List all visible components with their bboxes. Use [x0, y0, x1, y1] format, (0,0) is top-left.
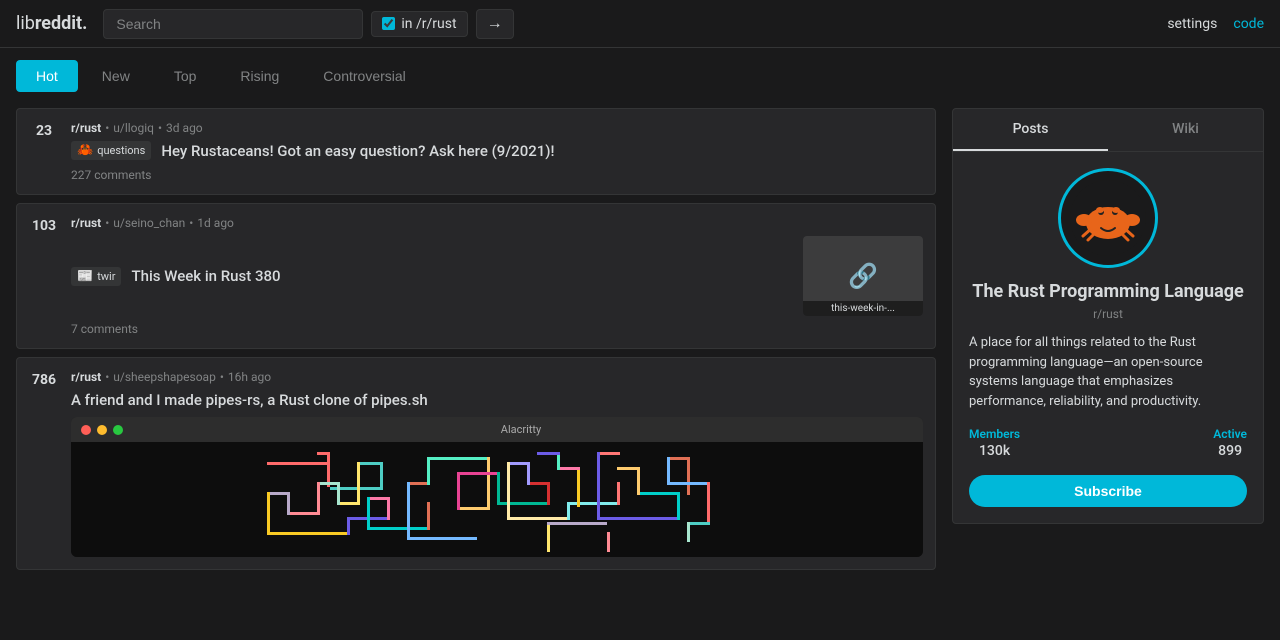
window-title: Alacritty	[501, 423, 541, 436]
rust-crab-icon	[1068, 178, 1148, 258]
window-minimize-dot	[97, 425, 107, 435]
post-title-row: A friend and I made pipes-rs, a Rust clo…	[71, 390, 923, 411]
post-meta-sep: •	[105, 216, 109, 230]
post-content: r/rust • u/sheepshapesoap • 16h ago A fr…	[71, 370, 923, 557]
post-meta-sep2: •	[158, 121, 162, 135]
post-subreddit[interactable]: r/rust	[71, 121, 101, 135]
code-link[interactable]: code	[1233, 16, 1264, 32]
post-subreddit[interactable]: r/rust	[71, 370, 101, 384]
post-card: 103 r/rust • u/seino_chan • 1d ago 📰 twi…	[16, 203, 936, 349]
post-author[interactable]: u/llogiq	[113, 121, 154, 135]
search-input[interactable]	[103, 9, 363, 39]
header-links: settings code	[1167, 16, 1264, 32]
sidebar-body: The Rust Programming Language r/rust A p…	[953, 152, 1263, 523]
subscribe-button[interactable]: Subscribe	[969, 475, 1247, 507]
sidebar: Posts Wiki	[952, 108, 1264, 570]
window-close-dot	[81, 425, 91, 435]
sidebar-card: Posts Wiki	[952, 108, 1264, 524]
flair-icon: 🦀	[77, 143, 93, 158]
post-thumbnail[interactable]: 🔗 this-week-in-...	[803, 236, 923, 316]
logo-lib: lib	[16, 13, 35, 34]
search-scope-toggle[interactable]: in /r/rust	[371, 11, 467, 37]
post-time: 16h ago	[228, 370, 271, 384]
post-meta: r/rust • u/seino_chan • 1d ago	[71, 216, 923, 230]
post-score: 786	[29, 370, 59, 557]
post-title[interactable]: This Week in Rust 380	[131, 266, 280, 287]
post-title-row: 📰 twir This Week in Rust 380 🔗 this-week…	[71, 236, 923, 316]
post-score: 103	[29, 216, 59, 336]
main-layout: 23 r/rust • u/llogiq • 3d ago 🦀 question…	[0, 92, 1280, 586]
post-author[interactable]: u/seino_chan	[113, 216, 185, 230]
post-meta-sep: •	[105, 370, 109, 384]
post-card: 786 r/rust • u/sheepshapesoap • 16h ago …	[16, 357, 936, 570]
subreddit-description: A place for all things related to the Ru…	[969, 333, 1247, 411]
post-subreddit[interactable]: r/rust	[71, 216, 101, 230]
posts-column: 23 r/rust • u/llogiq • 3d ago 🦀 question…	[16, 108, 936, 570]
search-area: in /r/rust →	[103, 9, 513, 39]
post-meta-sep: •	[105, 121, 109, 135]
sidebar-tab-posts[interactable]: Posts	[953, 109, 1108, 151]
active-label: Active	[1213, 427, 1247, 441]
logo-reddit: reddit.	[35, 13, 88, 34]
tab-hot[interactable]: Hot	[16, 60, 78, 92]
subreddit-handle: r/rust	[969, 307, 1247, 321]
post-content: r/rust • u/llogiq • 3d ago 🦀 questions H…	[71, 121, 923, 182]
logo[interactable]: libreddit.	[16, 13, 87, 34]
sort-tabs: Hot New Top Rising Controversial	[0, 48, 1280, 92]
tab-top[interactable]: Top	[154, 60, 217, 92]
post-meta-sep2: •	[220, 370, 224, 384]
post-image-preview: Alacritty	[71, 417, 923, 557]
post-meta-sep2: •	[189, 216, 193, 230]
post-title[interactable]: Hey Rustaceans! Got an easy question? As…	[161, 141, 554, 162]
subreddit-name: The Rust Programming Language	[969, 280, 1247, 303]
tab-rising[interactable]: Rising	[220, 60, 299, 92]
post-flair: 📰 twir	[71, 267, 121, 286]
sub-stats: Members 130k Active 899	[969, 427, 1247, 459]
post-content: r/rust • u/seino_chan • 1d ago 📰 twir Th…	[71, 216, 923, 336]
post-comments[interactable]: 227 comments	[71, 168, 923, 182]
members-stat: Members 130k	[969, 427, 1020, 459]
header: libreddit. in /r/rust → settings code	[0, 0, 1280, 48]
flair-text: questions	[97, 144, 145, 157]
post-time: 3d ago	[166, 121, 203, 135]
post-title[interactable]: A friend and I made pipes-rs, a Rust clo…	[71, 390, 428, 411]
search-in-label: in /r/rust	[401, 16, 456, 32]
post-score: 23	[29, 121, 59, 182]
flair-text: twir	[97, 270, 115, 283]
post-card: 23 r/rust • u/llogiq • 3d ago 🦀 question…	[16, 108, 936, 195]
pipes-visualization	[71, 442, 923, 557]
sidebar-tabs: Posts Wiki	[953, 109, 1263, 152]
thumbnail-url: this-week-in-...	[803, 301, 923, 316]
active-stat: Active 899	[1213, 427, 1247, 459]
post-author[interactable]: u/sheepshapesoap	[113, 370, 216, 384]
sub-avatar-area	[969, 168, 1247, 268]
link-icon: 🔗	[848, 262, 878, 290]
sub-avatar	[1058, 168, 1158, 268]
tab-new[interactable]: New	[82, 60, 150, 92]
search-in-checkbox[interactable]	[382, 17, 395, 30]
post-flair: 🦀 questions	[71, 141, 151, 160]
search-go-button[interactable]: →	[476, 9, 514, 39]
post-time: 1d ago	[197, 216, 234, 230]
alacritty-titlebar: Alacritty	[71, 417, 923, 442]
active-count: 899	[1213, 443, 1247, 459]
post-title-row: 🦀 questions Hey Rustaceans! Got an easy …	[71, 141, 923, 162]
sidebar-tab-wiki[interactable]: Wiki	[1108, 109, 1263, 151]
tab-controversial[interactable]: Controversial	[303, 60, 425, 92]
flair-icon: 📰	[77, 269, 93, 284]
members-label: Members	[969, 427, 1020, 441]
post-meta: r/rust • u/llogiq • 3d ago	[71, 121, 923, 135]
post-meta: r/rust • u/sheepshapesoap • 16h ago	[71, 370, 923, 384]
alacritty-body	[71, 442, 923, 557]
settings-link[interactable]: settings	[1167, 16, 1217, 32]
post-comments[interactable]: 7 comments	[71, 322, 923, 336]
window-maximize-dot	[113, 425, 123, 435]
members-count: 130k	[969, 443, 1020, 459]
